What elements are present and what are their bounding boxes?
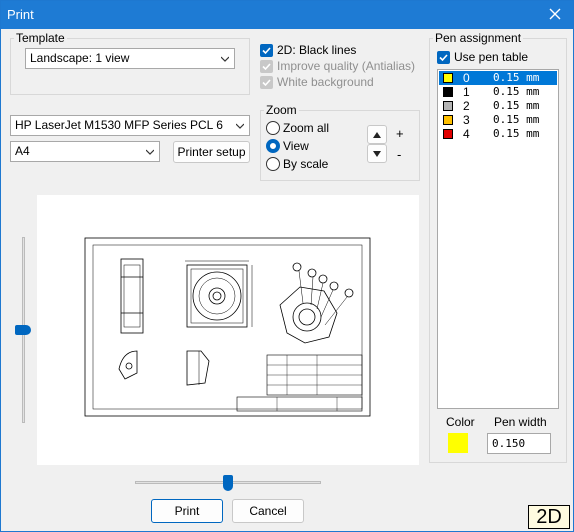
use-pen-table-label: Use pen table <box>454 50 529 64</box>
black-lines-checkbox[interactable]: 2D: Black lines <box>260 43 356 59</box>
pen-number: 3 <box>463 113 470 127</box>
checkbox-box <box>260 44 273 57</box>
pen-color-swatch <box>443 115 453 125</box>
title-bar: Print <box>1 1 573 29</box>
pen-color-button[interactable] <box>448 433 468 453</box>
color-label: Color <box>446 415 475 429</box>
pen-row-2[interactable]: 2 0.15 mm <box>439 99 557 113</box>
pen-number: 4 <box>463 127 470 141</box>
zoom-plus-label: + <box>396 126 404 141</box>
pen-number: 0 <box>463 71 470 85</box>
zoom-view-radio[interactable]: View <box>266 139 309 155</box>
chevron-down-icon <box>236 123 244 129</box>
pen-width: 0.15 mm <box>493 99 540 112</box>
zoom-down-button[interactable] <box>367 144 387 163</box>
drawing-preview-image <box>84 237 371 417</box>
pen-color-swatch <box>443 129 453 139</box>
radio-dot <box>266 121 280 135</box>
zoom-group-label: Zoom <box>266 103 297 117</box>
zoom-by-scale-radio[interactable]: By scale <box>266 157 328 173</box>
white-background-label: White background <box>277 75 374 89</box>
pen-color-swatch <box>443 87 453 97</box>
pen-row-3[interactable]: 3 0.15 mm <box>439 113 557 127</box>
template-select[interactable]: Landscape: 1 view <box>25 48 235 69</box>
template-group-label: Template <box>16 31 65 45</box>
radio-dot <box>266 157 280 171</box>
print-dialog: Print Template Landscape: 1 view 2D: Bla… <box>0 0 574 532</box>
printer-select[interactable]: HP LaserJet M1530 MFP Series PCL 6 <box>10 115 250 136</box>
pen-width: 0.15 mm <box>493 113 540 126</box>
check-icon <box>262 79 271 87</box>
pen-color-swatch <box>443 101 453 111</box>
checkbox-box <box>260 60 273 73</box>
pen-row-4[interactable]: 4 0.15 mm <box>439 127 557 141</box>
mode-badge: 2D <box>528 505 570 529</box>
chevron-down-icon <box>221 56 229 62</box>
horizontal-slider-thumb[interactable] <box>223 475 233 491</box>
check-icon <box>262 47 271 55</box>
white-background-checkbox: White background <box>260 75 374 91</box>
printer-setup-button[interactable]: Printer setup <box>173 141 250 163</box>
triangle-up-icon <box>373 132 381 138</box>
black-lines-label: 2D: Black lines <box>277 43 357 57</box>
use-pen-table-checkbox[interactable]: Use pen table <box>437 50 528 66</box>
pen-width: 0.15 mm <box>493 127 540 140</box>
pen-width: 0.15 mm <box>493 71 540 84</box>
pen-row-1[interactable]: 1 0.15 mm <box>439 85 557 99</box>
check-icon <box>439 54 448 62</box>
print-preview <box>37 195 419 465</box>
zoom-up-button[interactable] <box>367 125 387 144</box>
zoom-all-radio[interactable]: Zoom all <box>266 121 329 137</box>
template-select-value: Landscape: 1 view <box>30 51 130 65</box>
close-icon[interactable] <box>545 4 565 24</box>
vertical-slider-thumb[interactable] <box>15 325 31 335</box>
checkbox-box <box>437 51 450 64</box>
pen-assignment-label: Pen assignment <box>435 31 522 45</box>
window-title: Print <box>7 7 34 22</box>
checkbox-box <box>260 76 273 89</box>
antialias-label: Improve quality (Antialias) <box>277 59 416 73</box>
pen-color-swatch <box>443 73 453 83</box>
pen-width-input[interactable]: 0.150 <box>487 433 551 454</box>
pen-number: 2 <box>463 99 470 113</box>
antialias-checkbox: Improve quality (Antialias) <box>260 59 415 75</box>
cancel-button[interactable]: Cancel <box>232 499 304 523</box>
chevron-down-icon <box>146 149 154 155</box>
pen-table-list[interactable]: 0 0.15 mm 1 0.15 mm 2 0.15 mm 3 0.15 mm … <box>437 69 559 409</box>
zoom-by-scale-label: By scale <box>283 157 329 171</box>
paper-size-value: A4 <box>15 144 30 158</box>
zoom-minus-label: - <box>397 147 402 162</box>
pen-width: 0.15 mm <box>493 85 540 98</box>
pen-width-label: Pen width <box>494 415 547 429</box>
check-icon <box>262 63 271 71</box>
triangle-down-icon <box>373 151 381 157</box>
zoom-all-label: Zoom all <box>283 121 330 135</box>
pen-row-0[interactable]: 0 0.15 mm <box>439 71 557 85</box>
print-button[interactable]: Print <box>151 499 223 523</box>
zoom-view-label: View <box>283 139 309 153</box>
pen-number: 1 <box>463 85 470 99</box>
paper-size-select[interactable]: A4 <box>10 141 160 162</box>
printer-select-value: HP LaserJet M1530 MFP Series PCL 6 <box>15 118 223 132</box>
radio-dot <box>266 139 280 153</box>
